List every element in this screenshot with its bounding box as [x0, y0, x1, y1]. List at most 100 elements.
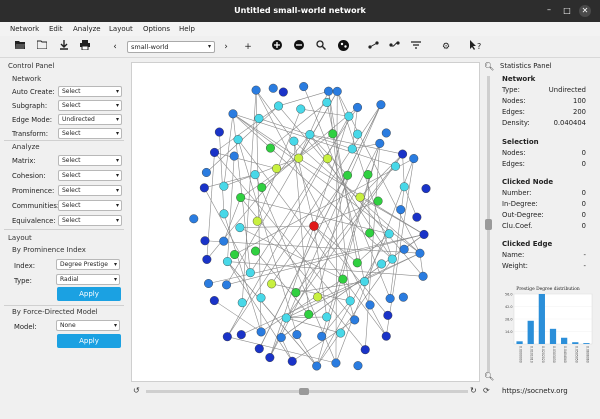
graph-node[interactable]: [353, 102, 363, 112]
graph-node[interactable]: [399, 182, 409, 192]
transform-select[interactable]: Select ▾: [58, 128, 122, 139]
graph-edge[interactable]: [204, 174, 256, 189]
open-folder-icon[interactable]: [13, 40, 27, 54]
graph-node-central[interactable]: [309, 221, 319, 231]
reset-icon[interactable]: ⟳: [483, 386, 490, 396]
graph-node[interactable]: [363, 170, 373, 180]
edge-add-icon[interactable]: [366, 40, 380, 54]
graph-edge[interactable]: [385, 158, 415, 337]
graph-edge[interactable]: [214, 300, 262, 333]
graph-node[interactable]: [233, 135, 243, 145]
network-graph[interactable]: [132, 63, 479, 381]
graph-node[interactable]: [268, 83, 278, 93]
graph-edge[interactable]: [313, 200, 379, 227]
graph-edge[interactable]: [352, 107, 358, 149]
graph-node[interactable]: [350, 315, 360, 325]
graph-node[interactable]: [274, 101, 284, 111]
next-icon[interactable]: ›: [219, 40, 233, 54]
graph-node[interactable]: [381, 331, 391, 341]
apply-force-button[interactable]: Apply: [57, 334, 121, 348]
graph-node[interactable]: [267, 279, 277, 289]
graph-node[interactable]: [250, 170, 260, 180]
graph-node[interactable]: [281, 313, 291, 323]
menu-edit[interactable]: Edit: [49, 25, 63, 33]
rotate-left-icon[interactable]: ↺: [133, 386, 140, 396]
graph-node[interactable]: [381, 128, 391, 138]
menu-layout[interactable]: Layout: [109, 25, 133, 33]
graph-node[interactable]: [347, 144, 357, 154]
graph-node[interactable]: [276, 332, 286, 342]
graph-edge[interactable]: [237, 139, 298, 335]
graph-node[interactable]: [331, 358, 341, 368]
graph-node[interactable]: [385, 293, 395, 303]
settings-icon[interactable]: ⚙: [439, 40, 453, 54]
graph-node[interactable]: [222, 257, 232, 267]
rotation-slider[interactable]: ↺ ↻: [131, 384, 480, 398]
slider-handle[interactable]: [299, 388, 309, 395]
graph-node[interactable]: [189, 214, 199, 224]
graph-node[interactable]: [287, 356, 297, 366]
graph-edge[interactable]: [223, 197, 241, 242]
graph-node[interactable]: [322, 312, 332, 322]
menu-help[interactable]: Help: [179, 25, 195, 33]
graph-node[interactable]: [344, 111, 354, 121]
graph-node[interactable]: [252, 216, 262, 226]
graph-node[interactable]: [398, 292, 408, 302]
graph-node[interactable]: [256, 293, 266, 303]
graph-node[interactable]: [322, 97, 332, 107]
graph-node[interactable]: [245, 268, 255, 278]
graph-node[interactable]: [251, 246, 261, 256]
graph-node[interactable]: [312, 361, 322, 371]
graph-node[interactable]: [376, 100, 386, 110]
communities-select[interactable]: Select ▾: [58, 200, 122, 211]
graph-node[interactable]: [418, 271, 428, 281]
menu-analyze[interactable]: Analyze: [73, 25, 101, 33]
graph-node[interactable]: [387, 254, 397, 264]
graph-node[interactable]: [210, 147, 220, 157]
graph-node[interactable]: [398, 149, 408, 159]
menu-options[interactable]: Options: [143, 25, 170, 33]
graph-node[interactable]: [365, 300, 375, 310]
graph-node[interactable]: [332, 86, 342, 96]
graph-node[interactable]: [375, 138, 385, 148]
graph-edge[interactable]: [241, 252, 421, 335]
graph-node[interactable]: [345, 296, 355, 306]
graph-node[interactable]: [289, 136, 299, 146]
graph-node[interactable]: [415, 248, 425, 258]
graph-node[interactable]: [305, 130, 315, 140]
graph-node[interactable]: [209, 296, 219, 306]
graph-node[interactable]: [304, 309, 314, 319]
graph-node[interactable]: [278, 87, 288, 97]
graph-node[interactable]: [237, 298, 247, 308]
graph-edge[interactable]: [234, 158, 414, 255]
add-icon[interactable]: +: [241, 40, 255, 54]
type-select[interactable]: Radial ▾: [56, 274, 120, 285]
search-icon[interactable]: [314, 40, 328, 54]
graph-node[interactable]: [313, 292, 323, 302]
graph-node[interactable]: [204, 279, 214, 289]
graph-edge[interactable]: [250, 107, 358, 273]
graph-node[interactable]: [384, 229, 394, 239]
edge-remove-icon[interactable]: [387, 40, 401, 54]
website-link[interactable]: https://socnetv.org: [502, 387, 568, 395]
graph-node[interactable]: [377, 259, 387, 269]
graph-node[interactable]: [219, 181, 229, 191]
graph-edge[interactable]: [223, 113, 234, 187]
graph-node[interactable]: [352, 258, 362, 268]
cohesion-select[interactable]: Select ▾: [58, 170, 122, 181]
index-select[interactable]: Degree Prestige ▾: [56, 259, 120, 270]
graph-node[interactable]: [399, 244, 409, 254]
zoom-in-icon[interactable]: [270, 40, 284, 54]
graph-node[interactable]: [230, 250, 240, 260]
rotate-right-icon[interactable]: ↻: [470, 386, 477, 396]
filter-icon[interactable]: [409, 40, 423, 54]
zoom-in-icon[interactable]: 🔍︎: [484, 62, 494, 72]
graph-node[interactable]: [421, 184, 431, 194]
graph-node[interactable]: [292, 330, 302, 340]
graph-node[interactable]: [373, 196, 383, 206]
graph-node[interactable]: [409, 154, 419, 164]
graph-node[interactable]: [412, 212, 422, 222]
equivalence-select[interactable]: Select ▾: [58, 215, 122, 226]
graph-node[interactable]: [214, 127, 224, 137]
graph-node[interactable]: [256, 327, 266, 337]
